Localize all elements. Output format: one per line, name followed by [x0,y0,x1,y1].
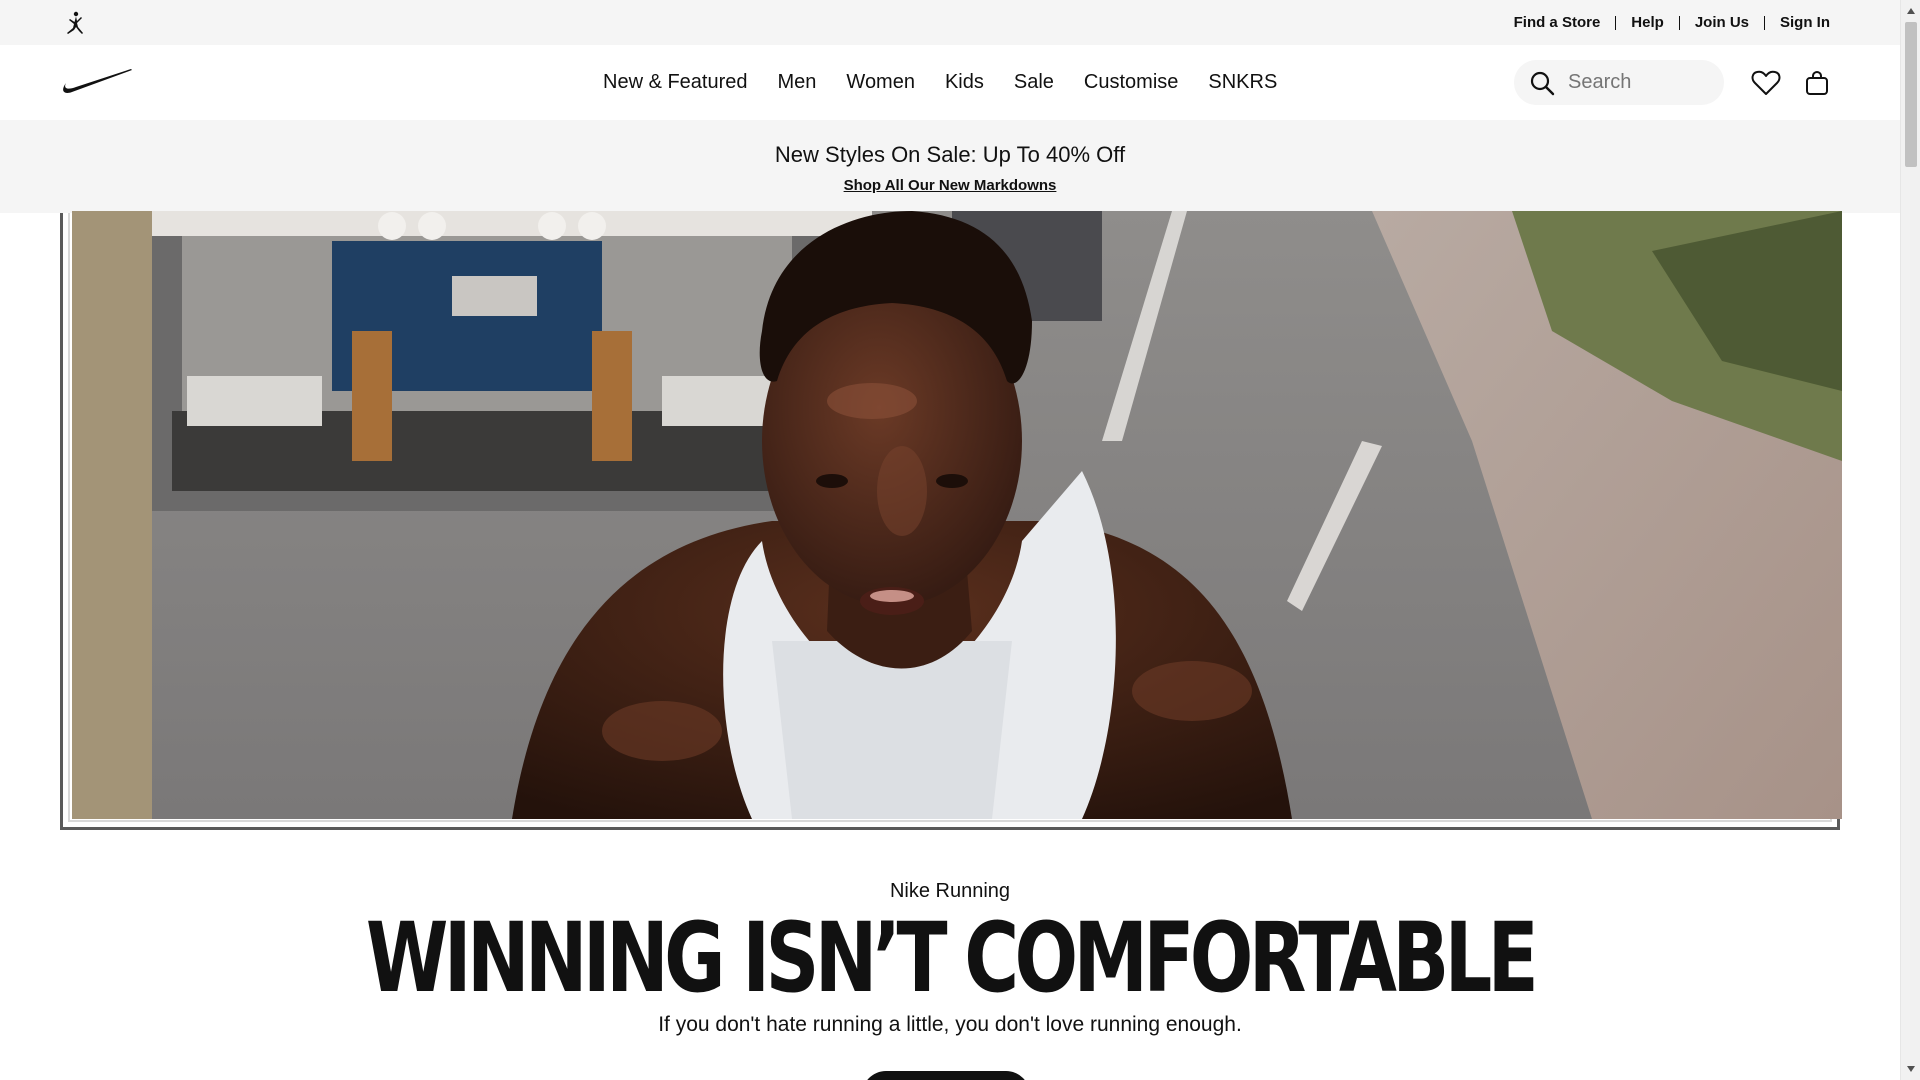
nav-item-men[interactable]: Men [778,71,817,94]
page: Find a Store Help Join Us Sign In New & … [0,0,1900,1080]
nav-item-new-featured[interactable]: New & Featured [603,71,748,94]
heart-icon[interactable] [1750,67,1782,99]
hero-cta-button[interactable] [862,1071,1030,1080]
promo-banner: New Styles On Sale: Up To 40% Off Shop A… [0,120,1900,213]
promo-title: New Styles On Sale: Up To 40% Off [774,142,1126,167]
find-a-store-link[interactable]: Find a Store [1514,14,1601,31]
nav-item-women[interactable]: Women [846,71,915,94]
jordan-logo-icon[interactable] [62,10,88,36]
nav-item-kids[interactable]: Kids [945,71,984,94]
scroll-thumb[interactable] [1905,22,1917,167]
help-link[interactable]: Help [1631,14,1664,31]
utility-bar: Find a Store Help Join Us Sign In [0,0,1900,45]
scroll-up-arrow-icon[interactable] [1901,2,1920,20]
hero-eyebrow: Nike Running [889,880,1011,902]
nav-item-snkrs[interactable]: SNKRS [1208,71,1277,94]
divider [1764,15,1765,30]
utility-links: Find a Store Help Join Us Sign In [1514,0,1830,45]
nav-item-sale[interactable]: Sale [1014,71,1054,94]
divider [1678,15,1680,30]
main-nav: New & Featured Men Women Kids Sale Custo… [0,45,1900,120]
sign-in-link[interactable]: Sign In [1780,14,1830,31]
nav-item-customise[interactable]: Customise [1084,71,1178,94]
hero-video[interactable] [72,211,1842,819]
hero-subheading: If you don't hate running a little, you … [658,1013,1242,1036]
search-box[interactable] [1514,60,1724,105]
search-input[interactable] [1566,70,1716,95]
nike-swoosh-logo-icon[interactable] [58,67,134,95]
divider [1615,15,1617,30]
nav-menu: New & Featured Men Women Kids Sale Custo… [603,45,1307,120]
hero-headline: WINNING ISN’T COMFORTABLE [365,902,1539,1014]
promo-link[interactable]: Shop All Our New Markdowns [0,177,1900,194]
hero-video-frame-image [72,211,1842,819]
bag-icon[interactable] [1801,67,1833,99]
scrollbar[interactable] [1900,0,1920,1080]
scroll-down-arrow-icon[interactable] [1901,1060,1920,1078]
search-icon[interactable] [1524,65,1560,101]
join-us-link[interactable]: Join Us [1695,14,1749,31]
